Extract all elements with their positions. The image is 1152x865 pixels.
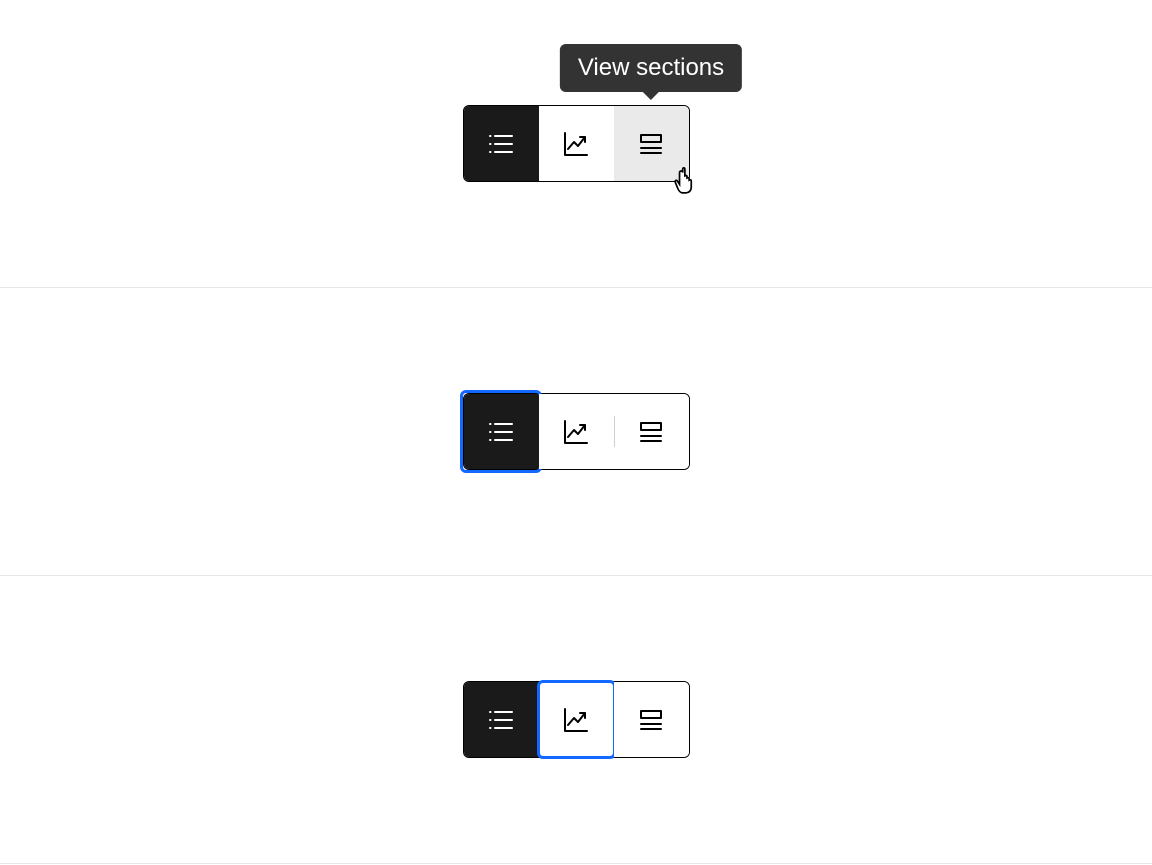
chart-icon <box>561 417 591 447</box>
chart-icon <box>561 129 591 159</box>
switcher-chart-button[interactable] <box>539 682 614 757</box>
example-focus-unselected <box>0 576 1152 864</box>
chart-icon <box>561 705 591 735</box>
segment-divider <box>614 416 615 447</box>
list-icon <box>486 129 516 159</box>
sections-icon <box>636 417 666 447</box>
sections-icon <box>636 705 666 735</box>
switcher-sections-button[interactable] <box>614 682 689 757</box>
sections-icon <box>636 129 666 159</box>
content-switcher <box>463 393 690 470</box>
list-icon <box>486 417 516 447</box>
pointer-cursor-icon <box>671 163 703 195</box>
example-hover-tooltip: View sections <box>0 0 1152 288</box>
tooltip-text: View sections <box>578 54 724 81</box>
switcher-sections-button[interactable]: View sections <box>614 106 689 181</box>
content-switcher: View sections <box>463 105 690 182</box>
switcher-chart-button[interactable] <box>539 106 614 181</box>
example-focus-selected <box>0 288 1152 576</box>
switcher-list-button[interactable] <box>464 106 539 181</box>
tooltip: View sections <box>560 44 742 92</box>
switcher-sections-button[interactable] <box>614 394 689 469</box>
switcher-chart-button[interactable] <box>539 394 614 469</box>
switcher-list-button[interactable] <box>464 682 539 757</box>
list-icon <box>486 705 516 735</box>
content-switcher <box>463 681 690 758</box>
switcher-list-button[interactable] <box>464 394 539 469</box>
